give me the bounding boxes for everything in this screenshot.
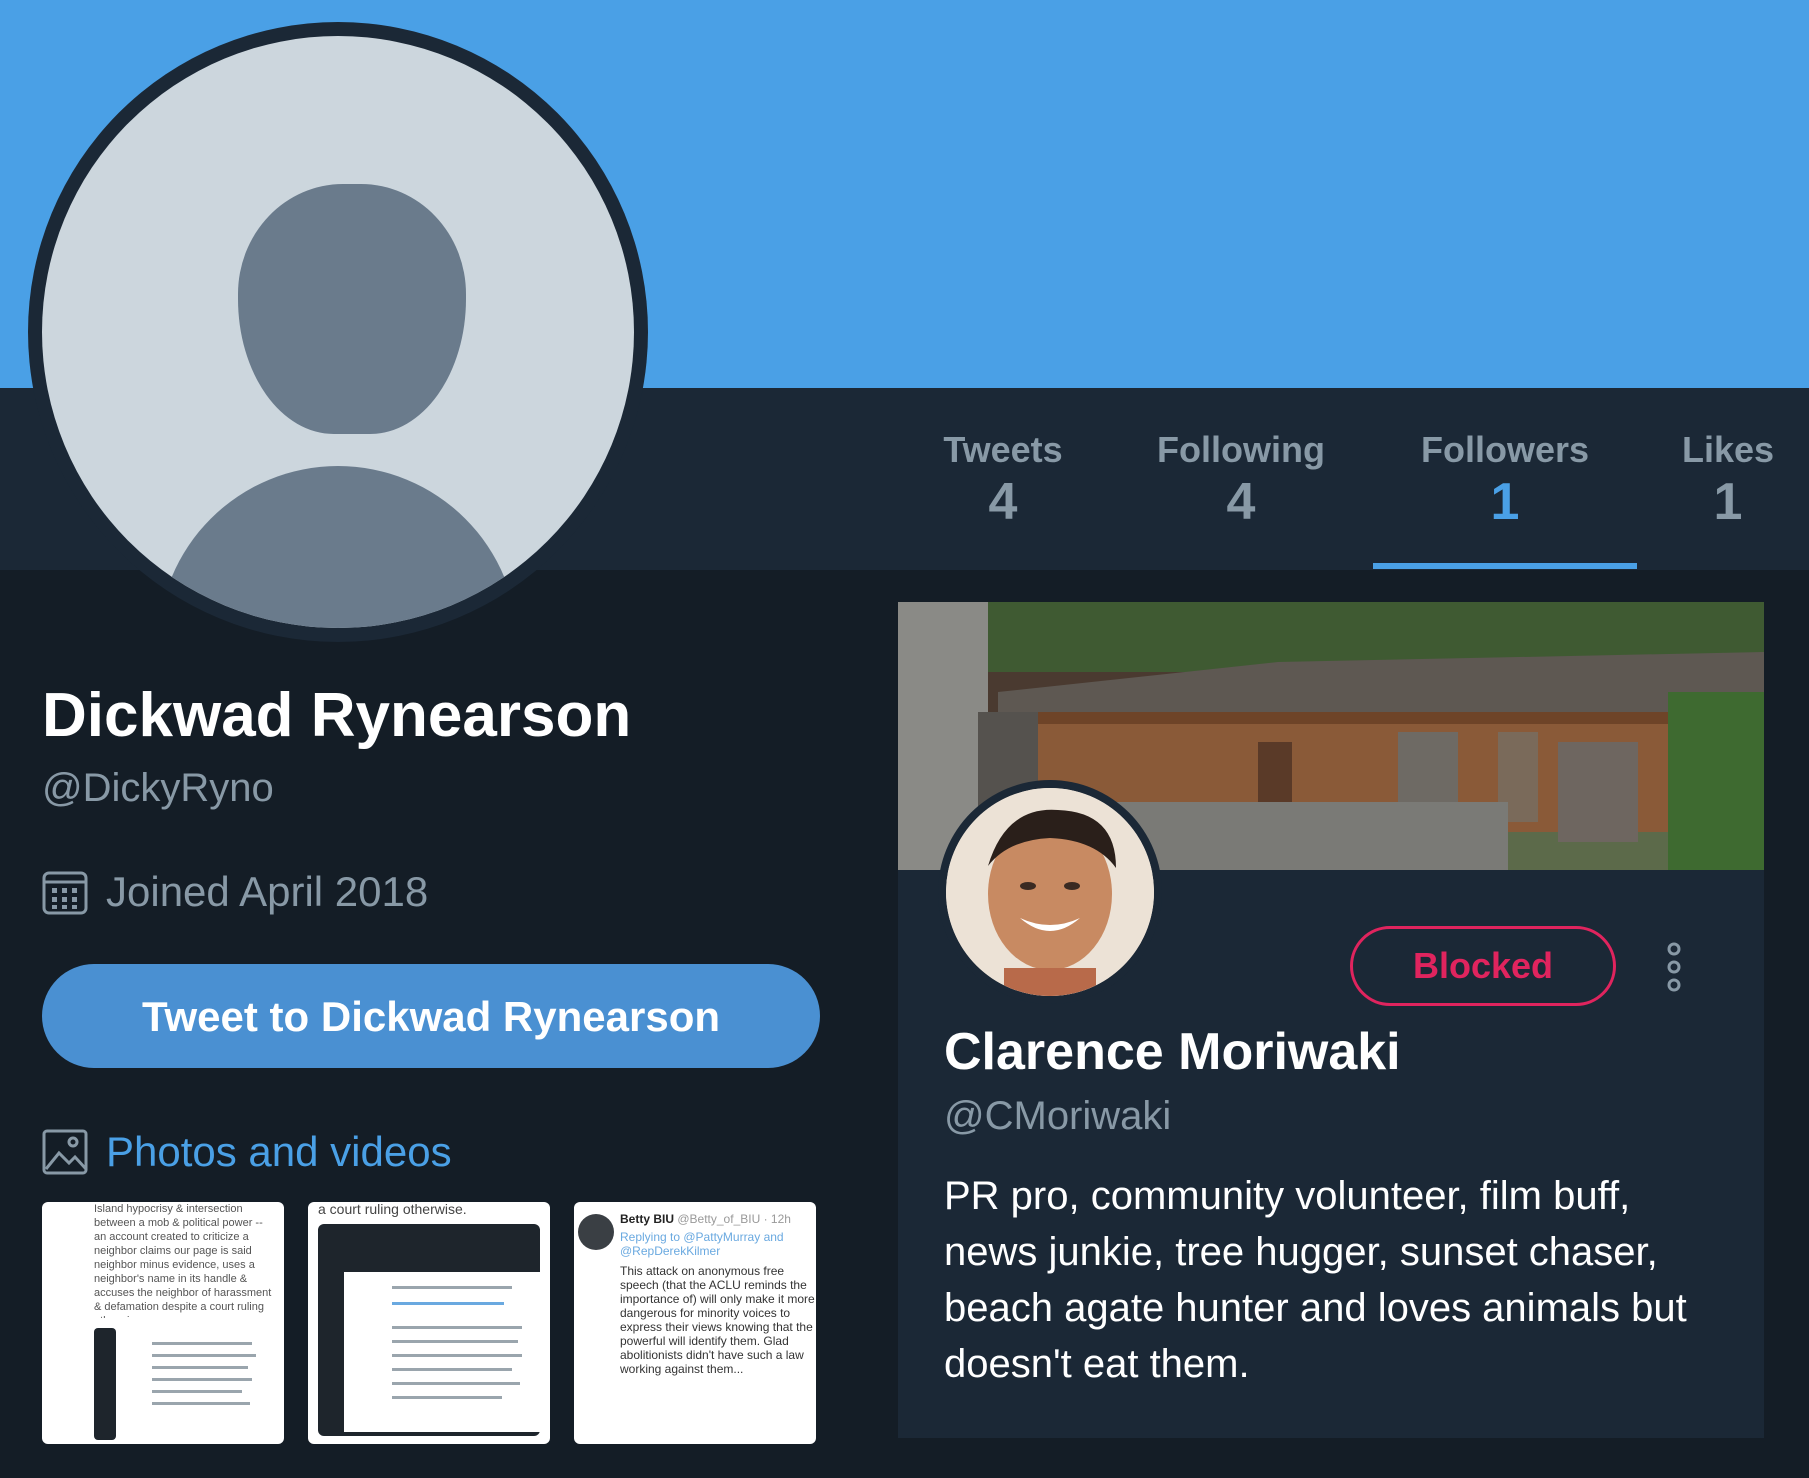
more-vertical-icon[interactable] bbox=[1664, 942, 1684, 992]
profile-name: Dickwad Rynearson bbox=[42, 681, 632, 750]
thumbnail-avatar bbox=[578, 1214, 614, 1250]
active-tab-indicator bbox=[1373, 563, 1637, 569]
following-label: Following bbox=[1157, 429, 1325, 470]
person-photo bbox=[946, 788, 1154, 996]
thumbnail-snippet: a court ruling otherwise. bbox=[318, 1202, 467, 1217]
text-line bbox=[152, 1366, 248, 1369]
media-thumbnail[interactable]: Island hypocrisy & intersection between … bbox=[42, 1202, 284, 1444]
text-line bbox=[152, 1354, 256, 1357]
photos-and-videos-link[interactable]: Photos and videos bbox=[42, 1128, 452, 1176]
card-name: Clarence Moriwaki bbox=[944, 1023, 1401, 1081]
joined-date: Joined April 2018 bbox=[42, 868, 428, 916]
thumbnail-snippet: Island hypocrisy & intersection between … bbox=[94, 1203, 272, 1318]
text-line bbox=[392, 1286, 512, 1289]
thumbnail-author: Betty BIU @Betty_of_BIU · 12h bbox=[620, 1212, 814, 1226]
tab-following[interactable]: Following 4 bbox=[1121, 430, 1361, 532]
thumbnail-replying: Replying to @PattyMurray and @RepDerekKi… bbox=[620, 1230, 784, 1258]
card-handle: @CMoriwaki bbox=[944, 1094, 1172, 1138]
default-avatar-icon bbox=[42, 36, 634, 628]
photos-title: Photos and videos bbox=[106, 1128, 452, 1175]
calendar-icon bbox=[42, 871, 88, 915]
text-line bbox=[392, 1382, 520, 1385]
profile-handle: @DickyRyno bbox=[42, 766, 274, 810]
thumbnail-author-handle: @Betty_of_BIU · 12h bbox=[677, 1212, 791, 1226]
text-line bbox=[392, 1354, 522, 1357]
thumbnail-snippet: This attack on anonymous free speech (th… bbox=[620, 1264, 815, 1376]
card-avatar-photo bbox=[946, 788, 1154, 996]
thumbnail-inner-card bbox=[344, 1272, 540, 1432]
text-line bbox=[152, 1402, 250, 1405]
text-line bbox=[152, 1378, 252, 1381]
joined-text: Joined April 2018 bbox=[106, 868, 429, 915]
text-line bbox=[392, 1326, 522, 1329]
image-icon bbox=[42, 1129, 88, 1175]
text-line bbox=[152, 1342, 252, 1345]
text-line bbox=[152, 1390, 242, 1393]
avatar-head-shape bbox=[238, 184, 466, 434]
thumbnail-dark-bar bbox=[94, 1328, 116, 1440]
user-card[interactable]: Blocked Clarence Moriwaki @CMoriwaki PR … bbox=[898, 602, 1764, 1438]
text-line bbox=[392, 1340, 518, 1343]
tab-likes[interactable]: Likes 1 bbox=[1608, 430, 1809, 532]
followers-count: 1 bbox=[1490, 473, 1520, 531]
blocked-button[interactable]: Blocked bbox=[1350, 926, 1616, 1006]
tab-tweets[interactable]: Tweets 4 bbox=[883, 430, 1123, 532]
likes-label: Likes bbox=[1681, 429, 1775, 470]
tweets-label: Tweets bbox=[943, 429, 1063, 470]
tab-followers[interactable]: Followers 1 bbox=[1385, 430, 1625, 532]
likes-count: 1 bbox=[1713, 473, 1743, 531]
thumbnail-author-name: Betty BIU bbox=[620, 1212, 675, 1226]
text-line bbox=[392, 1396, 502, 1399]
media-thumbnail[interactable]: a court ruling otherwise. bbox=[308, 1202, 550, 1444]
tweets-count: 4 bbox=[988, 473, 1018, 531]
text-line bbox=[392, 1302, 504, 1305]
card-avatar[interactable] bbox=[938, 780, 1162, 1004]
text-line bbox=[392, 1368, 512, 1371]
media-thumbnail[interactable]: Betty BIU @Betty_of_BIU · 12h Replying t… bbox=[574, 1202, 816, 1444]
followers-label: Followers bbox=[1420, 429, 1590, 470]
card-bio: PR pro, community volunteer, film buff, … bbox=[944, 1174, 1687, 1386]
tweet-to-button[interactable]: Tweet to Dickwad Rynearson bbox=[42, 964, 820, 1068]
following-count: 4 bbox=[1226, 473, 1256, 531]
profile-avatar[interactable] bbox=[28, 22, 648, 642]
avatar-body-shape bbox=[158, 466, 518, 628]
